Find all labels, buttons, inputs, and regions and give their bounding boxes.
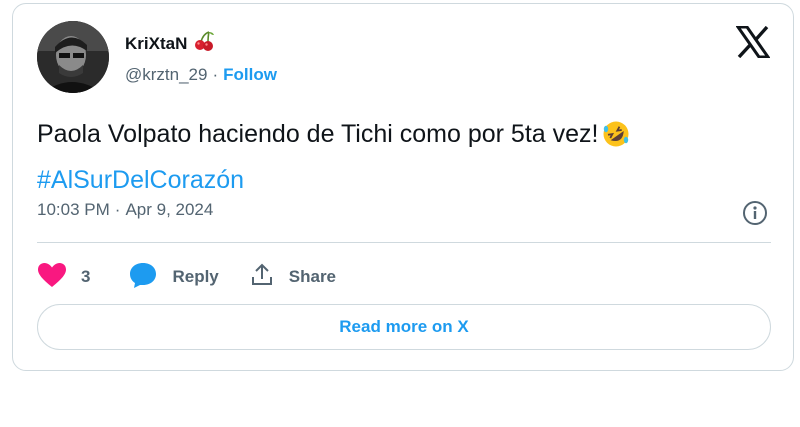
- hashtag-link[interactable]: #AlSurDelCorazón: [37, 166, 244, 194]
- like-count: 3: [81, 267, 91, 286]
- tweet-card: KriXtaN @krztn_29 · Follow Paola Volpato…: [12, 3, 794, 371]
- tweet-body: Paola Volpato haciendo de Tichi como por…: [37, 120, 599, 148]
- like-button[interactable]: 3: [37, 262, 90, 293]
- share-button[interactable]: Share: [249, 262, 336, 293]
- avatar[interactable]: [37, 21, 109, 93]
- read-more-label: Read more on X: [339, 317, 469, 336]
- read-more-button[interactable]: Read more on X: [37, 304, 771, 350]
- reply-button[interactable]: Reply: [128, 261, 219, 294]
- tweet-time: 10:03 PM: [37, 200, 110, 219]
- handle-separator: ·: [212, 65, 219, 84]
- timestamp[interactable]: 10:03 PM · Apr 9, 2024: [37, 200, 213, 220]
- cherries-icon: [193, 30, 215, 57]
- share-label: Share: [288, 267, 337, 286]
- tweet-text: Paola Volpato haciendo de Tichi como por…: [37, 114, 777, 200]
- author-name-row: KriXtaN: [125, 30, 215, 57]
- speech-bubble-icon: [128, 261, 172, 294]
- action-bar: 3 Reply Share: [37, 262, 366, 292]
- rolling-on-floor-laughing-icon: [602, 120, 630, 160]
- heart-icon: [37, 262, 81, 293]
- time-separator: ·: [114, 200, 121, 219]
- display-name[interactable]: KriXtaN: [125, 34, 187, 54]
- share-icon: [249, 262, 289, 293]
- handle-row: @krztn_29 · Follow: [125, 65, 277, 85]
- author-handle[interactable]: @krztn_29: [125, 65, 207, 85]
- tweet-date: Apr 9, 2024: [125, 200, 214, 219]
- divider: [37, 242, 771, 243]
- follow-link[interactable]: Follow: [223, 65, 277, 85]
- info-icon[interactable]: [741, 199, 769, 227]
- reply-label: Reply: [172, 267, 219, 286]
- x-logo-icon[interactable]: [735, 25, 771, 59]
